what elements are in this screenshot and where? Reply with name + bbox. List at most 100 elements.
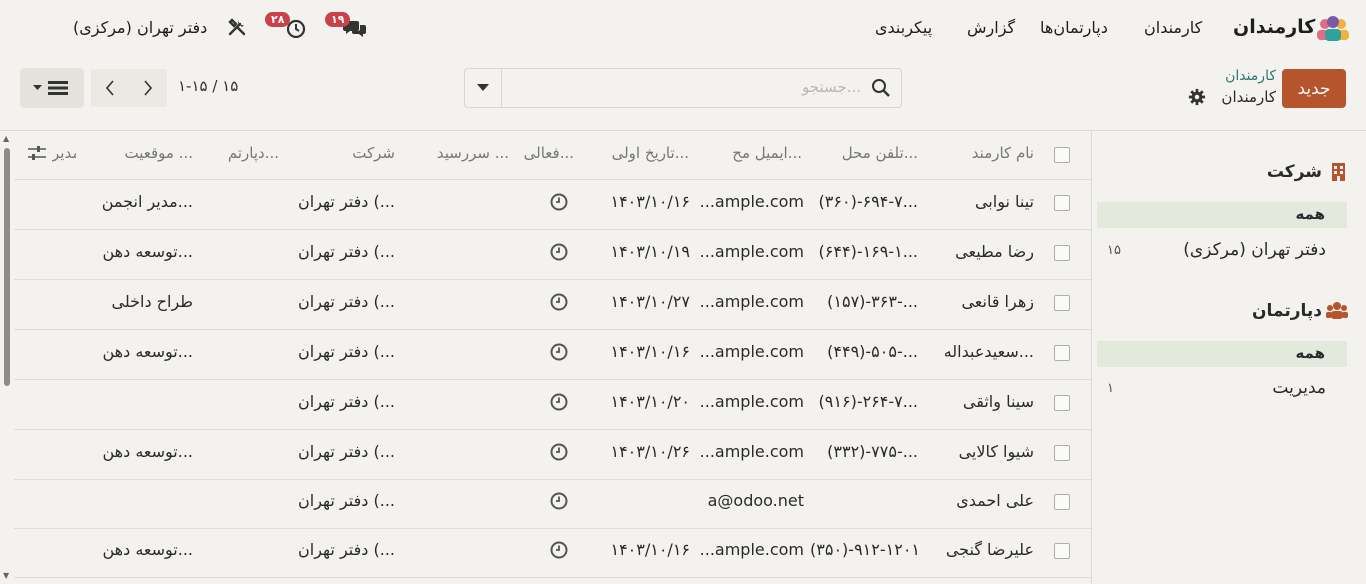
cell-job-position[interactable]: توسعه دهن... xyxy=(102,442,193,461)
search-icon[interactable] xyxy=(871,78,891,98)
activity-clock-icon[interactable] xyxy=(550,343,568,361)
optional-columns-icon[interactable] xyxy=(28,145,46,161)
cell-date[interactable]: ۱۴۰۳/۱۰/۱۶ xyxy=(610,540,690,559)
breadcrumb-parent[interactable]: کارمندان xyxy=(1225,68,1276,84)
cell-company[interactable]: دفتر تهران (... xyxy=(298,292,395,311)
cell-phone[interactable]: (۳۳۲)-۷۷۵-... xyxy=(827,442,918,461)
cell-company[interactable]: دفتر تهران (... xyxy=(298,192,395,211)
row-checkbox[interactable] xyxy=(1054,345,1070,361)
cell-company[interactable]: دفتر تهران (... xyxy=(298,342,395,361)
pager-next-button[interactable] xyxy=(129,69,167,107)
cell-name[interactable]: زهرا قانعی xyxy=(961,292,1034,311)
header-work-email[interactable]: ایمیل مح... xyxy=(732,144,802,162)
row-checkbox[interactable] xyxy=(1054,494,1070,510)
activity-clock-icon[interactable] xyxy=(550,492,568,510)
cell-name[interactable]: سعیدعبداله... xyxy=(944,342,1034,361)
activity-clock-icon[interactable] xyxy=(550,293,568,311)
cell-job-position[interactable]: توسعه دهن... xyxy=(102,540,193,559)
header-job-position[interactable]: موقعیت ... xyxy=(124,144,193,162)
header-department[interactable]: دپارتم... xyxy=(228,144,279,162)
search-options-toggle[interactable] xyxy=(465,69,502,107)
pager-value[interactable]: ۱-۱۵ / ۱۵ xyxy=(178,77,238,95)
cell-date[interactable]: ۱۴۰۳/۱۰/۱۹ xyxy=(610,242,690,261)
cell-date[interactable]: ۱۴۰۳/۱۰/۱۶ xyxy=(610,192,690,211)
row-checkbox[interactable] xyxy=(1054,543,1070,559)
cell-phone[interactable]: (۱۵۷)-۳۶۳-... xyxy=(827,292,918,311)
cell-phone[interactable]: (۳۶۰)-۶۹۴-۷... xyxy=(819,192,918,211)
activity-clock-icon[interactable] xyxy=(550,443,568,461)
pager-previous-button[interactable] xyxy=(91,69,129,107)
gear-icon[interactable] xyxy=(1188,88,1206,106)
cell-job-position[interactable]: طراح داخلی xyxy=(111,292,193,311)
row-checkbox[interactable] xyxy=(1054,395,1070,411)
cell-name[interactable]: علیرضا گنجی xyxy=(946,540,1034,559)
cell-email[interactable]: ...ample.com xyxy=(700,192,804,211)
scroll-up-arrow[interactable]: ▲ xyxy=(3,134,9,143)
cell-date[interactable]: ۱۴۰۳/۱۰/۲۰ xyxy=(610,392,690,411)
cell-job-position[interactable]: توسعه دهن... xyxy=(102,242,193,261)
select-all-checkbox[interactable] xyxy=(1054,147,1070,163)
company-filter-item[interactable]: دفتر تهران (مرکزی) xyxy=(1183,240,1326,260)
cell-date[interactable]: ۱۴۰۳/۱۰/۱۶ xyxy=(610,342,690,361)
menu-reporting[interactable]: گزارش xyxy=(967,18,1015,37)
debug-tools-icon[interactable] xyxy=(227,17,247,37)
app-title[interactable]: کارمندان xyxy=(1233,16,1315,38)
cell-date[interactable]: ۱۴۰۳/۱۰/۲۶ xyxy=(610,442,690,461)
view-switcher-button[interactable] xyxy=(20,68,84,108)
cell-company[interactable]: دفتر تهران (... xyxy=(298,540,395,559)
cell-company[interactable]: دفتر تهران (... xyxy=(298,491,395,510)
employees-app-icon[interactable] xyxy=(1316,15,1350,41)
menu-configuration[interactable]: پیکربندی xyxy=(875,18,932,37)
cell-name[interactable]: سینا واثقی xyxy=(963,392,1034,411)
department-filter-all[interactable]: همه xyxy=(1097,341,1347,367)
cell-phone[interactable]: (۶۴۴)-۱۶۹-۱... xyxy=(819,242,918,261)
menu-departments[interactable]: دپارتمان‌ها xyxy=(1040,18,1108,37)
row-checkbox[interactable] xyxy=(1054,445,1070,461)
header-activities[interactable]: فعالی... xyxy=(524,144,574,162)
cell-name[interactable]: تینا نوابی xyxy=(975,192,1034,211)
cell-company[interactable]: دفتر تهران (... xyxy=(298,242,395,261)
cell-email[interactable]: ...ample.com xyxy=(700,540,804,559)
header-deadline[interactable]: سررسید ... xyxy=(437,144,509,162)
header-work-phone[interactable]: تلفن محل... xyxy=(842,144,918,162)
company-switcher[interactable]: دفتر تهران (مرکزی) xyxy=(73,18,207,37)
department-filter-count: ۱ xyxy=(1107,381,1114,396)
cell-email[interactable]: ...ample.com xyxy=(700,292,804,311)
cell-email[interactable]: ...ample.com xyxy=(700,242,804,261)
department-filter-item[interactable]: مدیریت xyxy=(1272,378,1326,398)
row-checkbox[interactable] xyxy=(1054,195,1070,211)
header-first-date[interactable]: تاریخ اولی... xyxy=(612,144,689,162)
vertical-scrollbar[interactable] xyxy=(4,148,10,386)
cell-name[interactable]: علی احمدی xyxy=(956,491,1034,510)
cell-date[interactable]: ۱۴۰۳/۱۰/۲۷ xyxy=(610,292,690,311)
activity-clock-icon[interactable] xyxy=(550,243,568,261)
header-name[interactable]: نام کارمند xyxy=(972,144,1034,162)
header-company[interactable]: شرکت xyxy=(352,144,395,162)
cell-phone[interactable]: (۹۱۶)-۲۶۴-۷... xyxy=(819,392,918,411)
cell-name[interactable]: رضا مطیعی xyxy=(955,242,1034,261)
menu-employees[interactable]: کارمندان xyxy=(1144,18,1202,37)
company-filter-all[interactable]: همه xyxy=(1097,202,1347,228)
search-bar[interactable]: جستجو... xyxy=(464,68,902,108)
cell-name[interactable]: شیوا کالایی xyxy=(959,442,1034,461)
cell-email[interactable]: a@odoo.net xyxy=(708,491,804,510)
activity-clock-icon[interactable] xyxy=(550,393,568,411)
cell-job-position[interactable]: مدیر انجمن... xyxy=(102,192,193,211)
row-checkbox[interactable] xyxy=(1054,295,1070,311)
header-manager[interactable]: مدیر xyxy=(52,144,76,162)
activity-clock-icon[interactable] xyxy=(550,193,568,211)
cell-phone[interactable]: (۴۴۹)-۵۰۵-... xyxy=(827,342,918,361)
cell-email[interactable]: ...ample.com xyxy=(700,442,804,461)
scroll-down-arrow[interactable]: ▼ xyxy=(3,571,9,580)
cell-email[interactable]: ...ample.com xyxy=(700,342,804,361)
cell-company[interactable]: دفتر تهران (... xyxy=(298,442,395,461)
table-bottom-border xyxy=(14,577,1091,578)
cell-email[interactable]: ...ample.com xyxy=(700,392,804,411)
activity-clock-icon[interactable] xyxy=(550,541,568,559)
cell-job-position[interactable]: توسعه دهن... xyxy=(102,342,193,361)
row-checkbox[interactable] xyxy=(1054,245,1070,261)
new-button[interactable]: جدید xyxy=(1282,69,1346,108)
cell-company[interactable]: دفتر تهران (... xyxy=(298,392,395,411)
search-input[interactable]: جستجو... xyxy=(802,78,861,96)
cell-phone[interactable]: (۳۵۰)-۹۱۲-۱۲۰۱ xyxy=(810,540,920,559)
